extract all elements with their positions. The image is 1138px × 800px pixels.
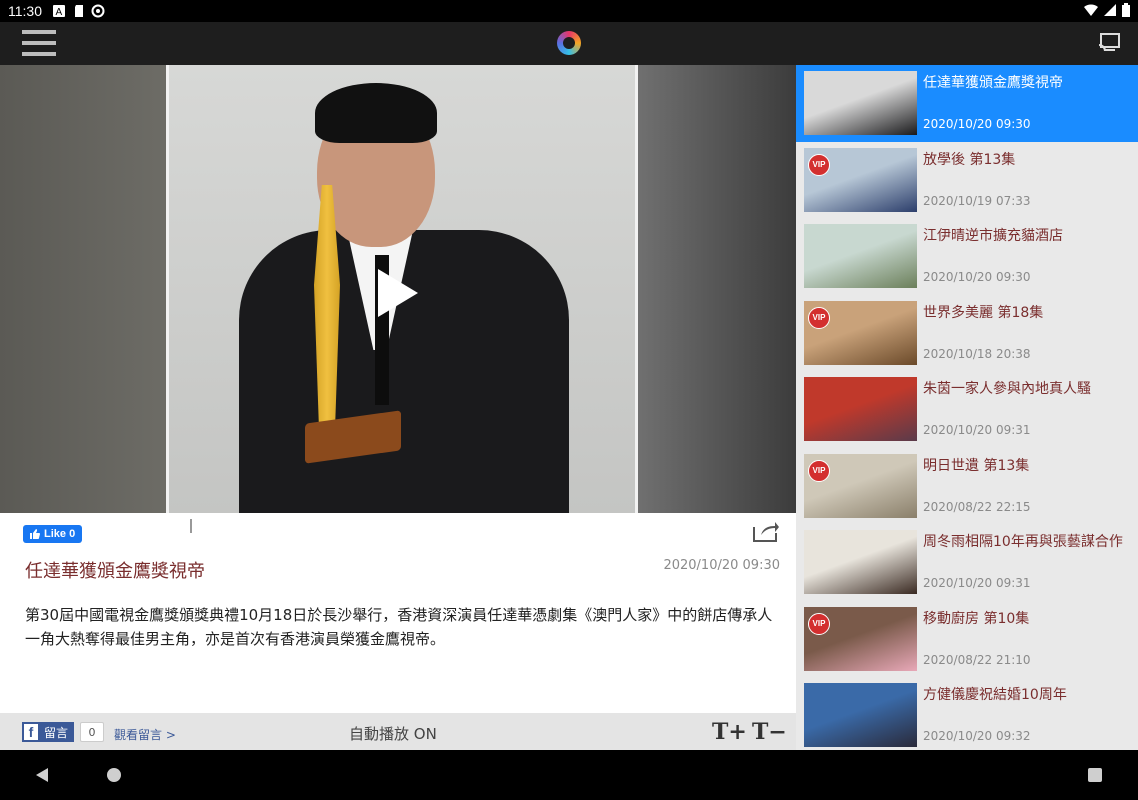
sync-icon [91,4,105,18]
playlist-item-date: 2020/10/20 09:32 [923,729,1031,743]
status-right-icons [1084,3,1130,17]
playlist-item[interactable]: VIP 放學後 第13集 2020/10/19 07:33 [796,142,1138,219]
like-label: Like 0 [44,528,76,540]
wifi-icon [1084,4,1098,16]
playlist-item[interactable]: 任達華獲頒金鷹獎視帝 2020/10/20 09:30 [796,65,1138,142]
playlist-item[interactable]: 朱茵一家人參與內地真人騷 2020/10/20 09:31 [796,371,1138,448]
playlist-item-date: 2020/10/19 07:33 [923,193,1031,208]
view-comments-link[interactable]: 觀看留言 > [114,726,176,743]
facebook-icon: f [22,722,40,742]
video-thumbnail: VIP [804,147,917,212]
comment-count: 0 [80,722,104,742]
video-blur-right [638,65,796,513]
play-icon[interactable] [376,267,420,319]
share-icon[interactable] [752,519,780,543]
playlist-item-title: 江伊晴逆市擴充貓酒店 [923,228,1063,244]
playlist-item-title: 周冬雨相隔10年再與張藝謀合作 [923,534,1123,550]
article-date: 2020/10/20 09:30 [663,558,780,573]
video-thumbnail [804,530,917,594]
vip-badge: VIP [808,306,830,329]
video-blur-left [0,65,166,513]
playlist-item[interactable]: VIP 世界多美麗 第18集 2020/10/18 20:38 [796,295,1138,372]
playlist-item-title: 明日世遺 第13集 [923,457,1030,474]
notification-a-icon: A [53,5,65,18]
app-logo-icon[interactable] [557,31,581,55]
video-thumbnail: VIP [804,453,917,518]
autoplay-toggle[interactable]: 自動播放 ON [349,723,437,744]
figure-hair [315,83,437,143]
svg-text:A: A [56,7,63,18]
status-time: 11:30 [8,3,42,19]
back-icon[interactable] [34,767,50,783]
font-decrease-button[interactable]: T− [752,719,787,745]
video-player[interactable] [0,65,796,513]
cast-icon[interactable] [1098,33,1120,53]
video-thumbnail: VIP [804,300,917,365]
video-thumbnail: VIP [804,606,917,671]
divider [190,519,192,533]
vip-badge: VIP [808,153,830,176]
sd-card-icon [75,5,83,17]
comment-label: 留言 [44,725,69,740]
facebook-comment-button[interactable]: f 留言 [22,722,75,742]
playlist-item[interactable]: 方健儀慶祝結婚10周年 2020/10/20 09:32 [796,677,1138,750]
video-playlist: 任達華獲頒金鷹獎視帝 2020/10/20 09:30 VIP 放學後 第13集 202… [796,65,1138,750]
playlist-item-date: 2020/10/20 09:31 [923,576,1031,590]
app-root: 11:30 A Like 0 任達華獲頒金鷹獎視帝 2020/10/20 09:… [0,0,1138,800]
playlist-item-date: 2020/10/20 09:30 [923,270,1031,284]
font-increase-button[interactable]: T+ [712,719,747,745]
video-thumbnail [804,683,917,747]
playlist-item-date: 2020/10/20 09:30 [923,117,1031,131]
playlist-item-title: 任達華獲頒金鷹獎視帝 [923,75,1063,91]
playlist-item-title: 放學後 第13集 [923,151,1016,168]
playlist-item-title: 方健儀慶祝結婚10周年 [923,687,1067,703]
playlist-item[interactable]: VIP 移動廚房 第10集 2020/08/22 21:10 [796,601,1138,678]
playlist-item-date: 2020/08/22 21:10 [923,652,1031,667]
signal-icon [1104,4,1116,16]
home-icon[interactable] [107,768,121,782]
status-bar: 11:30 A [0,0,1138,22]
recent-apps-icon[interactable] [1088,768,1102,782]
thumbs-up-icon [30,529,40,539]
playlist-item-date: 2020/10/20 09:31 [923,423,1031,437]
playlist-item[interactable]: 周冬雨相隔10年再與張藝謀合作 2020/10/20 09:31 [796,524,1138,601]
vip-badge: VIP [808,612,830,635]
video-thumbnail [804,377,917,441]
playlist-item-date: 2020/10/18 20:38 [923,346,1031,361]
video-thumbnail [804,71,917,135]
battery-icon [1122,3,1130,17]
playlist-item-title: 世界多美麗 第18集 [923,304,1044,321]
article-panel: Like 0 任達華獲頒金鷹獎視帝 2020/10/20 09:30 第30屆中… [0,513,796,713]
facebook-like-button[interactable]: Like 0 [23,525,83,543]
video-thumbnail [804,224,917,288]
vip-badge: VIP [808,459,830,482]
playlist-item-title: 朱茵一家人參與內地真人騷 [923,381,1091,397]
bottom-toolbar: f 留言 0 觀看留言 > 自動播放 ON T+ T− [0,713,796,750]
playlist-item[interactable]: VIP 明日世遺 第13集 2020/08/22 22:15 [796,448,1138,525]
article-title: 任達華獲頒金鷹獎視帝 [25,561,205,582]
article-body: 第30屆中國電視金鷹獎頒獎典禮10月18日於長沙舉行，香港資深演員任達華憑劇集《… [25,606,773,648]
app-bar [0,22,1138,65]
playlist-item-title: 移動廚房 第10集 [923,610,1030,627]
hamburger-menu-icon[interactable] [22,30,56,56]
system-nav-bar [0,750,1138,800]
playlist-item[interactable]: 江伊晴逆市擴充貓酒店 2020/10/20 09:30 [796,218,1138,295]
playlist-item-date: 2020/08/22 22:15 [923,499,1031,514]
